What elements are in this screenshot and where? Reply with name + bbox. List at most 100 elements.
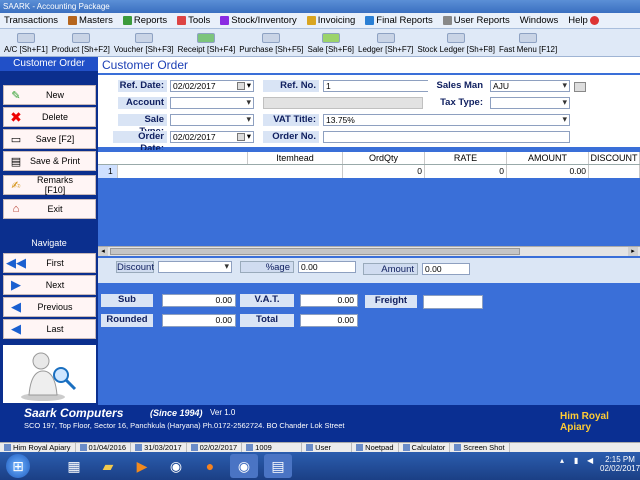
grid-horizontal-scrollbar[interactable]: ◂ ▸ bbox=[98, 246, 640, 256]
toolbar-sale[interactable]: Sale [Sh+F6] bbox=[306, 33, 356, 56]
menu-tools[interactable]: Tools bbox=[173, 15, 214, 26]
totals-panel: Sub 0.00 V.A.T. 0.00 Freight Rounded 0.0… bbox=[98, 286, 640, 405]
chrome-active-icon[interactable]: ◉ bbox=[230, 454, 258, 478]
scroll-left-icon[interactable]: ◂ bbox=[98, 247, 108, 256]
cell-amount[interactable]: 0.00 bbox=[507, 165, 589, 178]
percentage-field[interactable]: 0.00 bbox=[298, 261, 356, 273]
firefox-icon[interactable]: ● bbox=[196, 454, 224, 478]
save-print-button[interactable]: ▤ Save & Print bbox=[3, 151, 96, 171]
search-person-icon bbox=[21, 352, 77, 401]
ref-date-label: Ref. Date: bbox=[118, 80, 167, 92]
network-icon[interactable]: ▮ bbox=[574, 456, 578, 465]
sub-field: 0.00 bbox=[162, 294, 236, 307]
vat-field: 0.00 bbox=[300, 294, 358, 307]
order-date-label: Order Date: bbox=[113, 131, 167, 154]
remarks-button[interactable]: ✍ Remarks [F10] bbox=[3, 175, 96, 195]
order-no-label: Order No. bbox=[263, 131, 319, 143]
toolbar-receipt[interactable]: Receipt [Sh+F4] bbox=[176, 33, 238, 56]
sales-man-select[interactable]: AJU bbox=[490, 80, 570, 92]
col-rate[interactable]: RATE bbox=[425, 152, 507, 164]
explorer-icon[interactable]: ▦ bbox=[60, 454, 88, 478]
total-field: 0.00 bbox=[300, 314, 358, 327]
folder-icon[interactable]: ▰ bbox=[94, 454, 122, 478]
freight-field[interactable] bbox=[423, 295, 483, 309]
ref-date-field[interactable]: 02/02/2017 ▾ bbox=[170, 80, 254, 92]
cell-itemhead[interactable] bbox=[118, 165, 343, 178]
status-notepad[interactable]: Noetpad bbox=[352, 443, 399, 452]
menu-user-reports[interactable]: User Reports bbox=[439, 15, 514, 26]
menu-windows[interactable]: Windows bbox=[516, 15, 563, 26]
sale-type-select[interactable] bbox=[170, 114, 254, 126]
sale-icon bbox=[321, 33, 340, 43]
status-bar: Him Royal Apiary 01/04/2016 31/03/2017 0… bbox=[0, 442, 640, 452]
col-itemhead[interactable]: Itemhead bbox=[248, 152, 343, 164]
table-row[interactable]: 1 0 0 0.00 bbox=[98, 165, 640, 178]
calendar-icon[interactable] bbox=[237, 82, 245, 90]
amount-field[interactable]: 0.00 bbox=[422, 263, 470, 275]
freight-label: Freight bbox=[365, 295, 417, 308]
order-date-field[interactable]: 02/02/2017 ▾ bbox=[170, 131, 254, 143]
delete-button[interactable]: ✖ Delete bbox=[3, 107, 96, 127]
first-button[interactable]: ◀◀ First bbox=[3, 253, 96, 273]
menu-help[interactable]: Help bbox=[564, 15, 603, 26]
vat-title-select[interactable]: 13.75% bbox=[323, 114, 570, 126]
scroll-right-icon[interactable]: ▸ bbox=[628, 247, 638, 256]
new-button[interactable]: ✎ New bbox=[3, 85, 96, 105]
previous-button[interactable]: ◀ Previous bbox=[3, 297, 96, 317]
toolbar-ledger[interactable]: Ledger [Sh+F7] bbox=[356, 33, 415, 56]
notepad-icon bbox=[356, 444, 364, 451]
menu-stock-inventory[interactable]: Stock/Inventory bbox=[216, 15, 300, 26]
last-button[interactable]: ◀ Last bbox=[3, 319, 96, 339]
col-discount[interactable]: DISCOUNT bbox=[589, 152, 640, 164]
next-button[interactable]: ▶ Next bbox=[3, 275, 96, 295]
company-address: SCO 197, Top Floor, Sector 16, Panchkula… bbox=[24, 421, 345, 430]
masters-icon bbox=[68, 16, 78, 25]
ref-no-label: Ref. No. bbox=[263, 80, 319, 92]
toolbar-voucher[interactable]: Voucher [Sh+F3] bbox=[112, 33, 176, 56]
save-button[interactable]: ▭ Save [F2] bbox=[3, 129, 96, 149]
cell-ordqty[interactable]: 0 bbox=[343, 165, 425, 178]
clock[interactable]: 2:15 PM 02/02/2017 bbox=[600, 455, 640, 473]
media-player-icon[interactable]: ▶ bbox=[128, 454, 156, 478]
toolbar-stock-ledger[interactable]: Stock Ledger [Sh+F8] bbox=[415, 33, 497, 56]
menu-bar: Transactions Masters Reports Tools Stock… bbox=[0, 13, 640, 29]
chrome-icon[interactable]: ◉ bbox=[162, 454, 190, 478]
row-number: 1 bbox=[98, 165, 118, 178]
menu-transactions[interactable]: Transactions bbox=[0, 15, 62, 26]
menu-reports[interactable]: Reports bbox=[119, 15, 171, 26]
volume-icon[interactable]: ◀ bbox=[587, 456, 593, 465]
discount-select[interactable] bbox=[158, 261, 232, 273]
start-button[interactable]: ⊞ bbox=[6, 454, 30, 478]
account-select[interactable] bbox=[170, 97, 254, 109]
toolbar-purchase[interactable]: Purchase [Sh+F5] bbox=[237, 33, 305, 56]
search-user-illustration bbox=[3, 345, 96, 403]
account-label: Account bbox=[118, 97, 167, 109]
exit-button[interactable]: ⌂ Exit bbox=[3, 199, 96, 219]
saark-app-icon[interactable]: ▤ bbox=[264, 454, 292, 478]
toolbar-ac[interactable]: A/C [Sh+F1] bbox=[2, 33, 50, 56]
menu-masters[interactable]: Masters bbox=[64, 15, 117, 26]
tax-type-select[interactable] bbox=[490, 97, 570, 109]
save-icon: ▭ bbox=[10, 133, 22, 146]
tools-icon bbox=[177, 16, 187, 25]
menu-invoicing[interactable]: Invoicing bbox=[303, 15, 360, 26]
toolbar-fast-menu[interactable]: Fast Menu [F12] bbox=[497, 33, 559, 56]
col-ordqty[interactable]: OrdQty bbox=[343, 152, 425, 164]
sales-man-lookup-button[interactable] bbox=[574, 82, 586, 92]
cell-rate[interactable]: 0 bbox=[425, 165, 507, 178]
status-calculator[interactable]: Calculator bbox=[399, 443, 451, 452]
invoicing-icon bbox=[306, 16, 316, 25]
reports-icon bbox=[122, 16, 132, 25]
cell-discount[interactable] bbox=[589, 165, 640, 178]
calendar-icon[interactable] bbox=[237, 133, 245, 141]
vat-label: V.A.T. bbox=[240, 294, 294, 307]
toolbar-product[interactable]: Product [Sh+F2] bbox=[50, 33, 112, 56]
order-no-field[interactable] bbox=[323, 131, 570, 143]
scroll-thumb[interactable] bbox=[110, 248, 520, 255]
status-screenshot[interactable]: Screen Shot bbox=[450, 443, 510, 452]
col-amount[interactable]: AMOUNT bbox=[507, 152, 589, 164]
tray-arrow-icon[interactable]: ▴ bbox=[560, 456, 570, 466]
percentage-label: %age bbox=[240, 261, 294, 273]
menu-final-reports[interactable]: Final Reports bbox=[361, 15, 437, 26]
status-fy-start: 01/04/2016 bbox=[76, 443, 132, 452]
